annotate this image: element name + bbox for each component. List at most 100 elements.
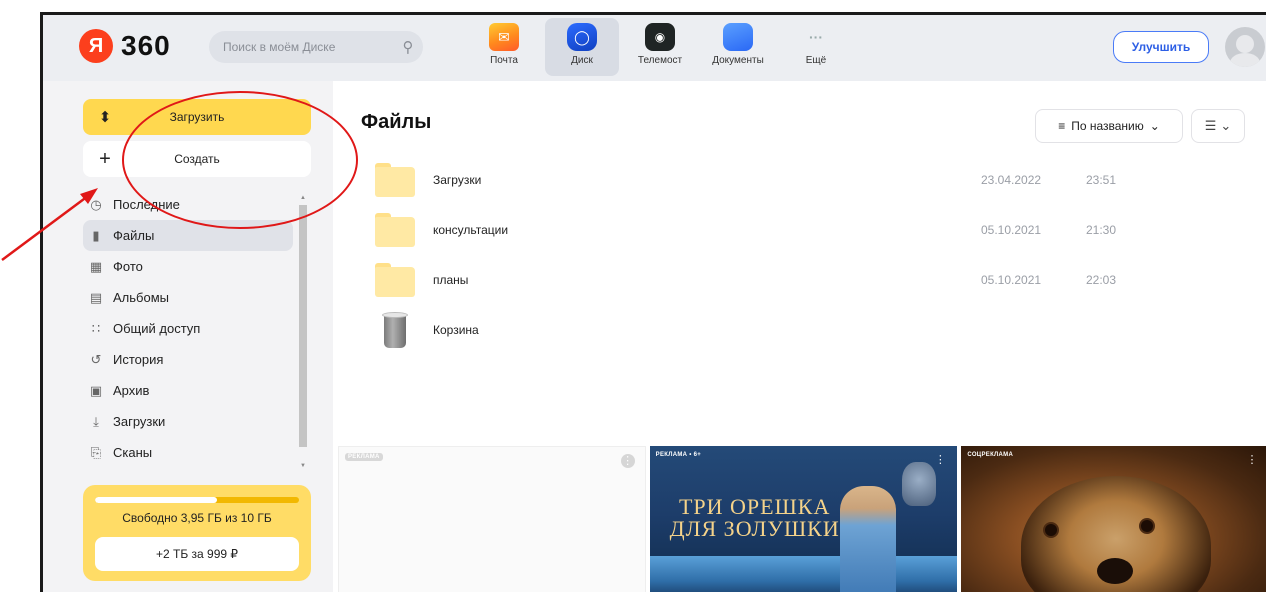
search-input[interactable]: Поиск в моём Диске — [223, 40, 393, 54]
sort-dropdown[interactable]: ≡ По названию ⌄ — [1035, 109, 1183, 143]
file-name: Корзина — [433, 323, 479, 337]
sort-icon: ≡ — [1058, 119, 1066, 133]
storage-text: Свободно 3,95 ГБ из 10 ГБ — [122, 511, 272, 525]
scroll-thumb[interactable] — [299, 205, 307, 447]
ad-banner[interactable]: СОЦРЕКЛАМА ⋮ — [961, 446, 1266, 592]
documents-icon — [723, 23, 753, 51]
trash-icon — [375, 310, 415, 350]
disk-icon: ◯ — [567, 23, 597, 51]
ad-background-image — [649, 556, 958, 592]
storage-offer-button[interactable]: +2 ТБ за 999 ₽ — [95, 537, 299, 571]
clock-icon: ◷ — [90, 196, 102, 212]
logo-text: 360 — [121, 30, 171, 61]
app-documents-label: Документы — [712, 55, 764, 66]
folder-icon — [375, 213, 415, 247]
file-icon: ▮ — [92, 227, 100, 243]
app-telemost[interactable]: ◉ Телемост — [623, 18, 697, 76]
albums-icon: ▤ — [89, 289, 103, 305]
app-more[interactable]: ··· Ещё — [779, 18, 853, 76]
sidebar-item-photo[interactable]: ▦ Фото — [83, 251, 293, 282]
sidebar-item-label: Общий доступ — [113, 321, 201, 336]
table-row[interactable]: Загрузки 23.04.2022 23:51 — [375, 155, 1235, 205]
file-name: консультации — [433, 223, 509, 237]
app-more-label: Ещё — [805, 55, 827, 66]
ad-banner[interactable]: ТРИ ОРЕШКА ДЛЯ ЗОЛУШКИ РЕКЛАМА • 6+ ⋮ — [649, 446, 958, 592]
ad-label: РЕКЛАМА — [345, 453, 383, 461]
chevron-down-icon: ⌄ — [1220, 118, 1232, 133]
folder-icon — [375, 263, 415, 297]
download-icon: ⤓ — [93, 413, 99, 429]
ad-title: ТРИ ОРЕШКА ДЛЯ ЗОЛУШКИ — [669, 494, 840, 541]
storage-card: Свободно 3,95 ГБ из 10 ГБ +2 ТБ за 999 ₽ — [83, 485, 311, 581]
sidebar-item-scans[interactable]: ⎘ Сканы — [83, 437, 293, 468]
upgrade-button[interactable]: Улучшить — [1113, 31, 1209, 63]
storage-progress-fill — [95, 497, 218, 503]
more-options-icon[interactable]: ⋮ — [620, 454, 635, 468]
screenshot-frame: Я 360 Поиск в моём Диске ⚲ ✉ Почта ◯ Дис… — [40, 12, 1266, 592]
sidebar-item-label: История — [113, 352, 164, 367]
list-view-icon: ☰ — [1204, 118, 1217, 133]
table-row[interactable]: консультации 05.10.2021 21:30 — [375, 205, 1235, 255]
sidebar-item-label: Файлы — [113, 228, 155, 243]
plus-icon: + — [99, 147, 111, 170]
view-mode-dropdown[interactable]: ☰ ⌄ — [1191, 109, 1245, 143]
ad-label: СОЦРЕКЛАМА — [967, 452, 1014, 458]
ad-label: РЕКЛАМА • 6+ — [655, 452, 702, 458]
folder-icon — [375, 163, 415, 197]
scroll-down-icon[interactable]: ▼ — [299, 463, 307, 469]
sidebar-item-label: Фото — [113, 259, 143, 274]
ad-strip: РЕКЛАМА ⋮ ТРИ ОРЕШКА ДЛЯ ЗОЛУШКИ РЕКЛАМА … — [338, 446, 1266, 592]
more-options-icon[interactable]: ⋮ — [933, 453, 947, 467]
shared-icon: ∷ — [91, 320, 101, 336]
file-time: 21:30 — [1086, 223, 1117, 237]
app-mail[interactable]: ✉ Почта — [467, 18, 541, 76]
history-icon: ↺ — [90, 351, 102, 367]
photo-icon: ▦ — [89, 258, 103, 274]
upload-icon: ⬍ — [98, 109, 112, 126]
sort-label: По названию — [1071, 119, 1144, 133]
sidebar-scrollbar[interactable]: ▲ ▼ — [297, 195, 309, 469]
yandex-360-logo[interactable]: Я 360 — [79, 29, 171, 63]
file-name: планы — [433, 273, 469, 287]
app-disk[interactable]: ◯ Диск — [545, 18, 619, 76]
app-telemost-label: Телемост — [637, 55, 683, 66]
page-title: Файлы — [361, 111, 432, 133]
sidebar-item-downloads[interactable]: ⤓ Загрузки — [83, 406, 293, 437]
file-time: 22:03 — [1086, 273, 1117, 287]
app-disk-label: Диск — [571, 55, 593, 66]
storage-progress-bar — [95, 497, 299, 503]
mail-icon: ✉ — [489, 23, 519, 51]
sidebar-item-label: Сканы — [113, 445, 153, 460]
table-row[interactable]: Корзина — [375, 305, 1235, 355]
file-date: 05.10.2021 — [981, 273, 1042, 287]
file-time: 23:51 — [1086, 173, 1117, 187]
file-date: 23.04.2022 — [981, 173, 1042, 187]
sidebar-item-albums[interactable]: ▤ Альбомы — [83, 282, 293, 313]
main-content: Файлы ≡ По названию ⌄ ☰ ⌄ Загрузки 23.04… — [333, 81, 1266, 592]
search-box[interactable]: Поиск в моём Диске ⚲ — [209, 31, 423, 63]
table-row[interactable]: планы 05.10.2021 22:03 — [375, 255, 1235, 305]
app-switcher: ✉ Почта ◯ Диск ◉ Телемост Документы ··· … — [467, 18, 853, 76]
sidebar-item-history[interactable]: ↺ История — [83, 344, 293, 375]
file-list: Загрузки 23.04.2022 23:51 консультации 0… — [375, 155, 1235, 355]
sidebar-item-label: Альбомы — [113, 290, 169, 305]
sidebar-item-shared[interactable]: ∷ Общий доступ — [83, 313, 293, 344]
file-date: 05.10.2021 — [981, 223, 1042, 237]
sidebar-item-label: Загрузки — [113, 414, 166, 429]
scan-icon: ⎘ — [90, 444, 102, 460]
avatar[interactable] — [1225, 27, 1265, 67]
ad-banner[interactable]: РЕКЛАМА ⋮ — [338, 446, 646, 592]
sidebar-item-archive[interactable]: ▣ Архив — [83, 375, 293, 406]
more-options-icon[interactable]: ⋮ — [1245, 453, 1259, 467]
app-documents[interactable]: Документы — [701, 18, 775, 76]
top-header: Я 360 Поиск в моём Диске ⚲ ✉ Почта ◯ Дис… — [43, 15, 1266, 81]
sidebar-nav: ◷ Последние ▮ Файлы ▦ Фото ▤ Альбомы ∷ О… — [83, 189, 293, 468]
archive-icon: ▣ — [89, 382, 103, 398]
annotation-ellipse — [122, 91, 358, 229]
file-name: Загрузки — [433, 173, 482, 187]
app-mail-label: Почта — [490, 55, 518, 66]
yandex-logo-icon: Я — [79, 29, 113, 63]
search-icon[interactable]: ⚲ — [393, 38, 423, 56]
telemost-icon: ◉ — [645, 23, 675, 51]
sidebar-item-label: Архив — [113, 383, 150, 398]
